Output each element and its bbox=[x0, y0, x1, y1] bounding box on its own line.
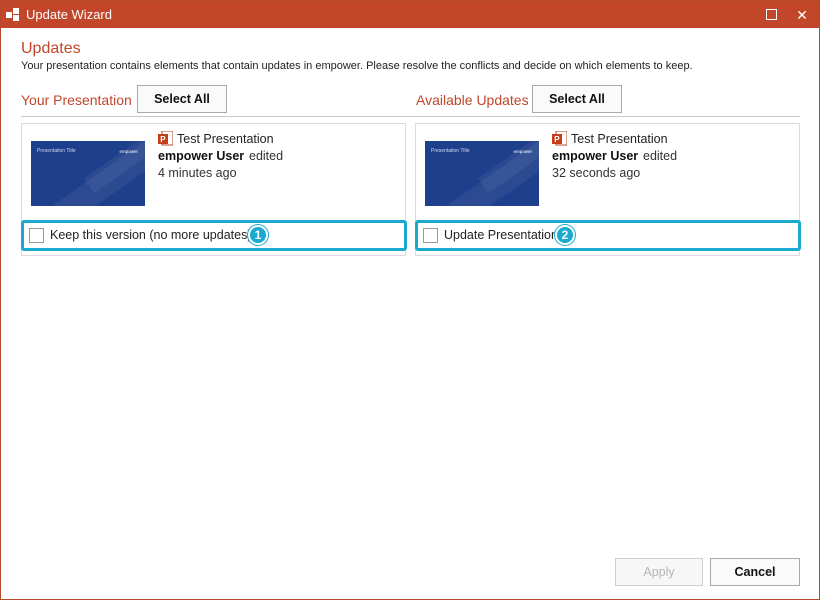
keep-version-option[interactable]: Keep this version (no more updates) 1 bbox=[21, 220, 407, 251]
edit-action: edited bbox=[643, 149, 678, 163]
file-name: Test Presentation bbox=[177, 132, 274, 146]
thumbnail-title: Presentation Title bbox=[37, 148, 76, 154]
presentation-thumbnail: Presentation Title empower bbox=[425, 141, 539, 206]
maximize-icon bbox=[765, 9, 777, 20]
editor-name: empower User bbox=[552, 149, 639, 163]
step-badge-1: 1 bbox=[248, 225, 268, 245]
header-divider bbox=[21, 116, 800, 117]
update-presentation-label[interactable]: Update Presentation bbox=[444, 228, 558, 242]
editor-name: empower User bbox=[158, 149, 245, 163]
empower-app-icon bbox=[6, 8, 19, 21]
select-all-right-button[interactable]: Select All bbox=[532, 85, 622, 113]
close-icon: ✕ bbox=[796, 6, 808, 23]
your-presentation-label: Your Presentation bbox=[21, 92, 132, 108]
update-presentation-checkbox[interactable] bbox=[423, 228, 438, 243]
file-row: P Test Presentation bbox=[552, 131, 668, 147]
maximize-button[interactable] bbox=[756, 1, 786, 28]
available-updates-label: Available Updates bbox=[416, 92, 529, 108]
window-title: Update Wizard bbox=[26, 7, 112, 22]
edit-time: 32 seconds ago bbox=[552, 166, 641, 180]
thumbnail-title: Presentation Title bbox=[431, 148, 470, 154]
cancel-button[interactable]: Cancel bbox=[710, 558, 800, 586]
file-name: Test Presentation bbox=[571, 132, 668, 146]
close-button[interactable]: ✕ bbox=[787, 1, 817, 28]
presentation-thumbnail: Presentation Title empower bbox=[31, 141, 145, 206]
keep-version-checkbox[interactable] bbox=[29, 228, 44, 243]
step-badge-2: 2 bbox=[555, 225, 575, 245]
apply-button[interactable]: Apply bbox=[615, 558, 703, 586]
thumbnail-brand: empower bbox=[119, 149, 138, 154]
title-bar: Update Wizard ✕ bbox=[1, 1, 819, 28]
update-presentation-option[interactable]: Update Presentation 2 bbox=[415, 220, 801, 251]
powerpoint-file-icon: P bbox=[552, 131, 567, 146]
svg-text:P: P bbox=[554, 135, 560, 144]
powerpoint-file-icon: P bbox=[158, 131, 173, 146]
edit-time: 4 minutes ago bbox=[158, 166, 237, 180]
edit-action: edited bbox=[249, 149, 284, 163]
select-all-left-button[interactable]: Select All bbox=[137, 85, 227, 113]
page-heading: Updates bbox=[21, 40, 81, 57]
update-wizard-window: Update Wizard ✕ Updates Your presentatio… bbox=[0, 0, 820, 600]
svg-text:P: P bbox=[160, 135, 166, 144]
page-description: Your presentation contains elements that… bbox=[21, 60, 693, 72]
thumbnail-brand: empower bbox=[513, 149, 532, 154]
keep-version-label[interactable]: Keep this version (no more updates) bbox=[50, 228, 252, 242]
file-row: P Test Presentation bbox=[158, 131, 274, 147]
